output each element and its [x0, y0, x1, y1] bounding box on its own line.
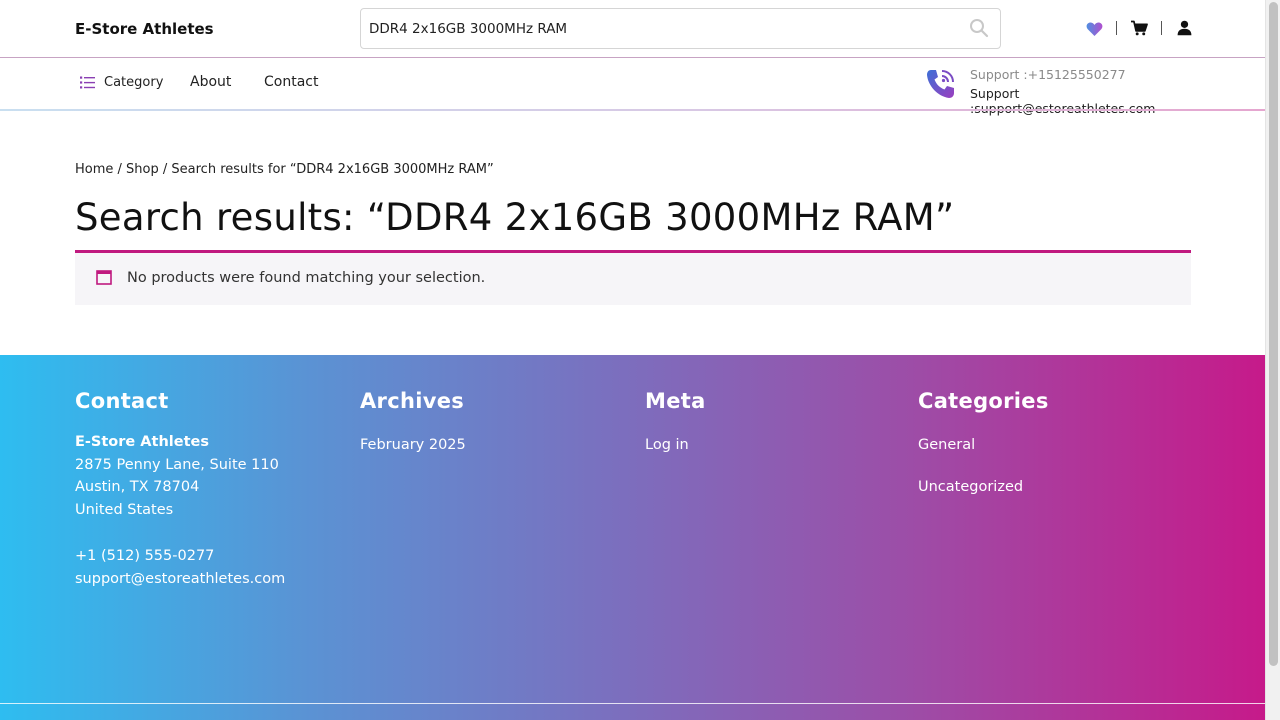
account-button[interactable] — [1174, 18, 1194, 38]
footer-meta: Meta — [645, 389, 706, 413]
page: E-Store Athletes DDR4 2x16GB 3000MHz RAM… — [0, 0, 1265, 720]
footer-categories: Categories — [918, 389, 1049, 413]
site-title[interactable]: E-Store Athletes — [75, 20, 214, 38]
category-label: Category — [104, 75, 164, 90]
header-separator — [1161, 21, 1162, 35]
footer-heading-meta: Meta — [645, 389, 706, 413]
support-phone[interactable]: Support :+15125550277 — [970, 67, 1126, 82]
list-icon — [80, 76, 95, 89]
search-input[interactable] — [361, 9, 951, 48]
category-link-uncategorized[interactable]: Uncategorized — [918, 479, 1023, 495]
no-results-notice: No products were found matching your sel… — [75, 250, 1191, 305]
search-box — [360, 8, 1001, 49]
footer-contact: Contact E-Store Athletes 2875 Penny Lane… — [75, 389, 285, 590]
search-button[interactable] — [968, 18, 990, 40]
cart-button[interactable] — [1129, 18, 1149, 38]
archive-link[interactable]: February 2025 — [360, 437, 466, 453]
category-menu-button[interactable]: Category — [80, 75, 163, 90]
nav-link-contact[interactable]: Contact — [264, 74, 318, 90]
footer-archives: Archives — [360, 389, 464, 413]
breadcrumb-separator: / — [113, 162, 127, 177]
scrollbar[interactable] — [1265, 0, 1280, 720]
footer-heading-contact: Contact — [75, 389, 169, 413]
window-icon — [96, 270, 112, 289]
footer-heading-archives: Archives — [360, 389, 465, 413]
page-title: Search results: “DDR4 2x16GB 3000MHz RAM… — [75, 196, 955, 239]
footer-address-line: Austin, TX 78704 — [75, 479, 200, 495]
footer: Contact E-Store Athletes 2875 Penny Lane… — [0, 355, 1265, 720]
header-icons — [1084, 17, 1194, 39]
header-top: E-Store Athletes — [0, 0, 1265, 58]
user-icon — [1177, 20, 1191, 36]
category-link-general[interactable]: General — [918, 437, 975, 453]
nav-link-about[interactable]: About — [190, 74, 231, 90]
breadcrumb-current: Search results for “DDR4 2x16GB 3000MHz … — [171, 162, 494, 177]
meta-login-link[interactable]: Log in — [645, 437, 689, 453]
scrollbar-thumb[interactable] — [1269, 2, 1278, 666]
footer-email[interactable]: support@estoreathletes.com — [75, 568, 285, 591]
search-icon — [970, 19, 989, 38]
heart-icon — [1086, 21, 1102, 36]
support-email[interactable]: Support :support@estoreathletes.com — [970, 86, 1195, 116]
footer-company-name: E-Store Athletes — [75, 434, 209, 450]
cart-icon — [1131, 20, 1148, 36]
wishlist-button[interactable] — [1084, 18, 1104, 38]
footer-heading-categories: Categories — [918, 389, 1049, 413]
footer-address-line: 2875 Penny Lane, Suite 110 — [75, 456, 279, 473]
breadcrumb-separator: / — [158, 162, 172, 177]
footer-phone[interactable]: +1 (512) 555-0277 — [75, 545, 285, 568]
breadcrumb: Home / Shop / Search results for “DDR4 2… — [75, 162, 494, 177]
breadcrumb-home[interactable]: Home — [75, 162, 113, 177]
nav-row: Category About Contact Support :+1512555… — [0, 58, 1265, 116]
header-separator — [1116, 21, 1117, 35]
breadcrumb-shop[interactable]: Shop — [126, 162, 159, 177]
footer-country: United States — [75, 501, 174, 518]
notice-text: No products were found matching your sel… — [127, 270, 486, 286]
phone-icon — [925, 67, 957, 105]
support-info: Support :+15125550277 Support :support@e… — [925, 66, 1195, 116]
